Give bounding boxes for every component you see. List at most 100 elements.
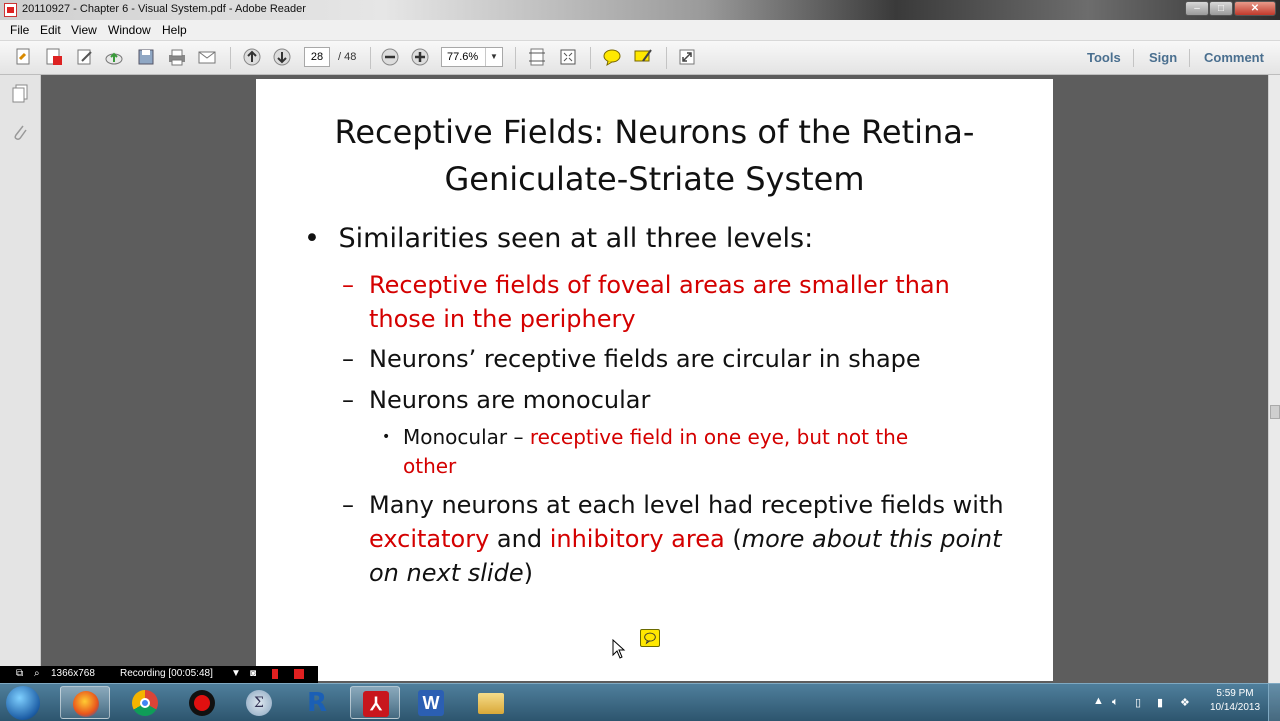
dropbox-icon[interactable]: ❖ (1180, 696, 1190, 709)
bullet-item: • Similarities seen at all three levels: (304, 223, 813, 254)
edit-icon[interactable] (75, 47, 95, 67)
taskbar-item-adobe-reader[interactable]: ⅄ (350, 686, 400, 719)
cloud-upload-icon[interactable] (104, 47, 124, 67)
sticky-note-icon[interactable] (640, 629, 660, 647)
navigation-pane (0, 75, 41, 685)
toolbar-divider (1189, 49, 1190, 67)
chevron-down-icon[interactable]: ▼ (231, 668, 241, 679)
menu-help[interactable]: Help (162, 23, 187, 37)
taskbar-item-r[interactable]: R (292, 686, 342, 719)
battery-icon[interactable]: ▯ (1135, 696, 1141, 709)
highlight-icon[interactable] (633, 47, 653, 67)
bullet-text: Similarities seen at all three levels: (338, 223, 814, 254)
toolbar-divider (1133, 49, 1134, 67)
taskbar-item-math[interactable]: Σ (234, 686, 284, 719)
pause-icon[interactable] (272, 669, 278, 679)
menu-window[interactable]: Window (108, 23, 151, 37)
menu-bar: File Edit View Window Help (0, 20, 1280, 41)
slide-title: Receptive Fields: Neurons of the Retina-… (334, 113, 975, 198)
zoom-value: 77.6% (447, 51, 479, 63)
full-screen-icon[interactable] (677, 47, 697, 67)
chevron-down-icon[interactable]: ▼ (485, 48, 502, 66)
sub-bullet-text: Neurons’ receptive fields are circular i… (369, 345, 921, 373)
taskbar: Σ R ⅄ W ▲ 🔈︎ ▯ ▮ ❖ 5:59 PM 10/14/2013 (0, 683, 1280, 721)
speaker-icon[interactable]: 🔈︎ (1112, 696, 1119, 709)
clock-date: 10/14/2013 (1209, 702, 1261, 713)
attachments-icon[interactable] (11, 123, 29, 143)
show-desktop-button[interactable] (1268, 684, 1280, 721)
sub-sub-bullet-text: Monocular – receptive field in one eye, … (403, 423, 963, 481)
window-title-bar: 20110927 - Chapter 6 - Visual System.pdf… (0, 0, 1280, 20)
toolbar-divider (666, 47, 667, 69)
taskbar-item-recorder[interactable] (177, 686, 227, 719)
zoom-select[interactable]: 77.6% ▼ (441, 47, 503, 67)
sign-button[interactable]: Sign (1149, 50, 1177, 65)
save-icon[interactable] (136, 47, 156, 67)
math-icon: Σ (246, 690, 272, 716)
page-number-input[interactable]: 28 (304, 47, 330, 67)
minimize-button[interactable]: – (1185, 1, 1209, 16)
taskbar-item-chrome[interactable] (120, 686, 170, 719)
network-icon[interactable]: ▮ (1157, 696, 1163, 709)
page-down-icon[interactable] (272, 47, 292, 67)
folder-icon (478, 693, 504, 714)
vertical-scrollbar[interactable] (1268, 75, 1280, 685)
menu-file[interactable]: File (10, 23, 29, 37)
text-run: ) (523, 559, 533, 587)
zoom-in-icon[interactable] (410, 47, 430, 67)
export-pdf-icon[interactable] (44, 47, 64, 67)
fit-page-icon[interactable] (527, 47, 547, 67)
sub-bullet-dash: – (342, 271, 354, 299)
recording-resolution: 1366x768 (51, 668, 95, 679)
create-pdf-icon[interactable] (14, 47, 34, 67)
maximize-button[interactable]: □ (1209, 1, 1233, 16)
close-button[interactable]: ✕ (1234, 1, 1276, 16)
sub-bullet-dash: – (342, 345, 354, 373)
comment-icon[interactable] (602, 47, 622, 67)
search-icon[interactable]: ⌕ (34, 668, 40, 679)
sub-bullet-text: Neurons are monocular (369, 386, 651, 414)
scrollbar-thumb[interactable] (1270, 405, 1280, 419)
toolbar: 28 / 48 77.6% ▼ Tools Sign Comment (0, 41, 1280, 75)
pdf-page: Receptive Fields: Neurons of the Retina-… (256, 79, 1053, 681)
taskbar-item-explorer[interactable] (466, 686, 516, 719)
windows-start-icon[interactable] (6, 686, 40, 720)
email-icon[interactable] (197, 47, 217, 67)
sub-bullet-text: Many neurons at each level had receptive… (369, 488, 1009, 590)
r-icon: R (306, 688, 328, 718)
fit-width-icon[interactable] (558, 47, 578, 67)
recording-overlay: ⧉ ⌕ 1366x768 Recording [00:05:48] ▼ ◙ (0, 666, 318, 683)
record-icon (189, 690, 215, 716)
taskbar-item-firefox[interactable] (60, 686, 110, 719)
bullet-marker: • (304, 223, 320, 254)
comment-button[interactable]: Comment (1204, 50, 1264, 65)
recording-status: Recording [00:05:48] (120, 668, 213, 679)
system-clock[interactable]: 5:59 PM 10/14/2013 (1205, 687, 1265, 715)
word-icon: W (418, 690, 444, 716)
toolbar-divider (590, 47, 591, 69)
page-thumbnails-icon[interactable] (11, 84, 29, 104)
sub-bullet-dash: – (342, 386, 354, 414)
text-run: ( (724, 525, 742, 553)
restore-icon[interactable]: ⧉ (16, 668, 23, 679)
menu-view[interactable]: View (71, 23, 97, 37)
toolbar-divider (515, 47, 516, 69)
sub-bullet-text: Receptive fields of foveal areas are sma… (369, 271, 950, 333)
page-up-icon[interactable] (242, 47, 262, 67)
text-run: and (489, 525, 550, 553)
print-icon[interactable] (167, 47, 187, 67)
adobe-reader-icon: ⅄ (363, 691, 389, 717)
menu-edit[interactable]: Edit (40, 23, 61, 37)
camera-icon[interactable]: ◙ (250, 668, 256, 679)
sub-sub-bullet-marker: • (382, 429, 391, 445)
zoom-out-icon[interactable] (380, 47, 400, 67)
mouse-cursor-icon (612, 639, 626, 659)
taskbar-item-word[interactable]: W (406, 686, 456, 719)
monocular-term: Monocular – (403, 425, 530, 449)
show-hidden-icons-icon[interactable]: ▲ (1093, 695, 1104, 707)
tools-button[interactable]: Tools (1087, 50, 1121, 65)
text-run: Many neurons at each level had receptive… (369, 491, 1004, 519)
toolbar-divider (370, 47, 371, 69)
clock-time: 5:59 PM (1216, 688, 1254, 699)
stop-icon[interactable] (294, 669, 304, 679)
